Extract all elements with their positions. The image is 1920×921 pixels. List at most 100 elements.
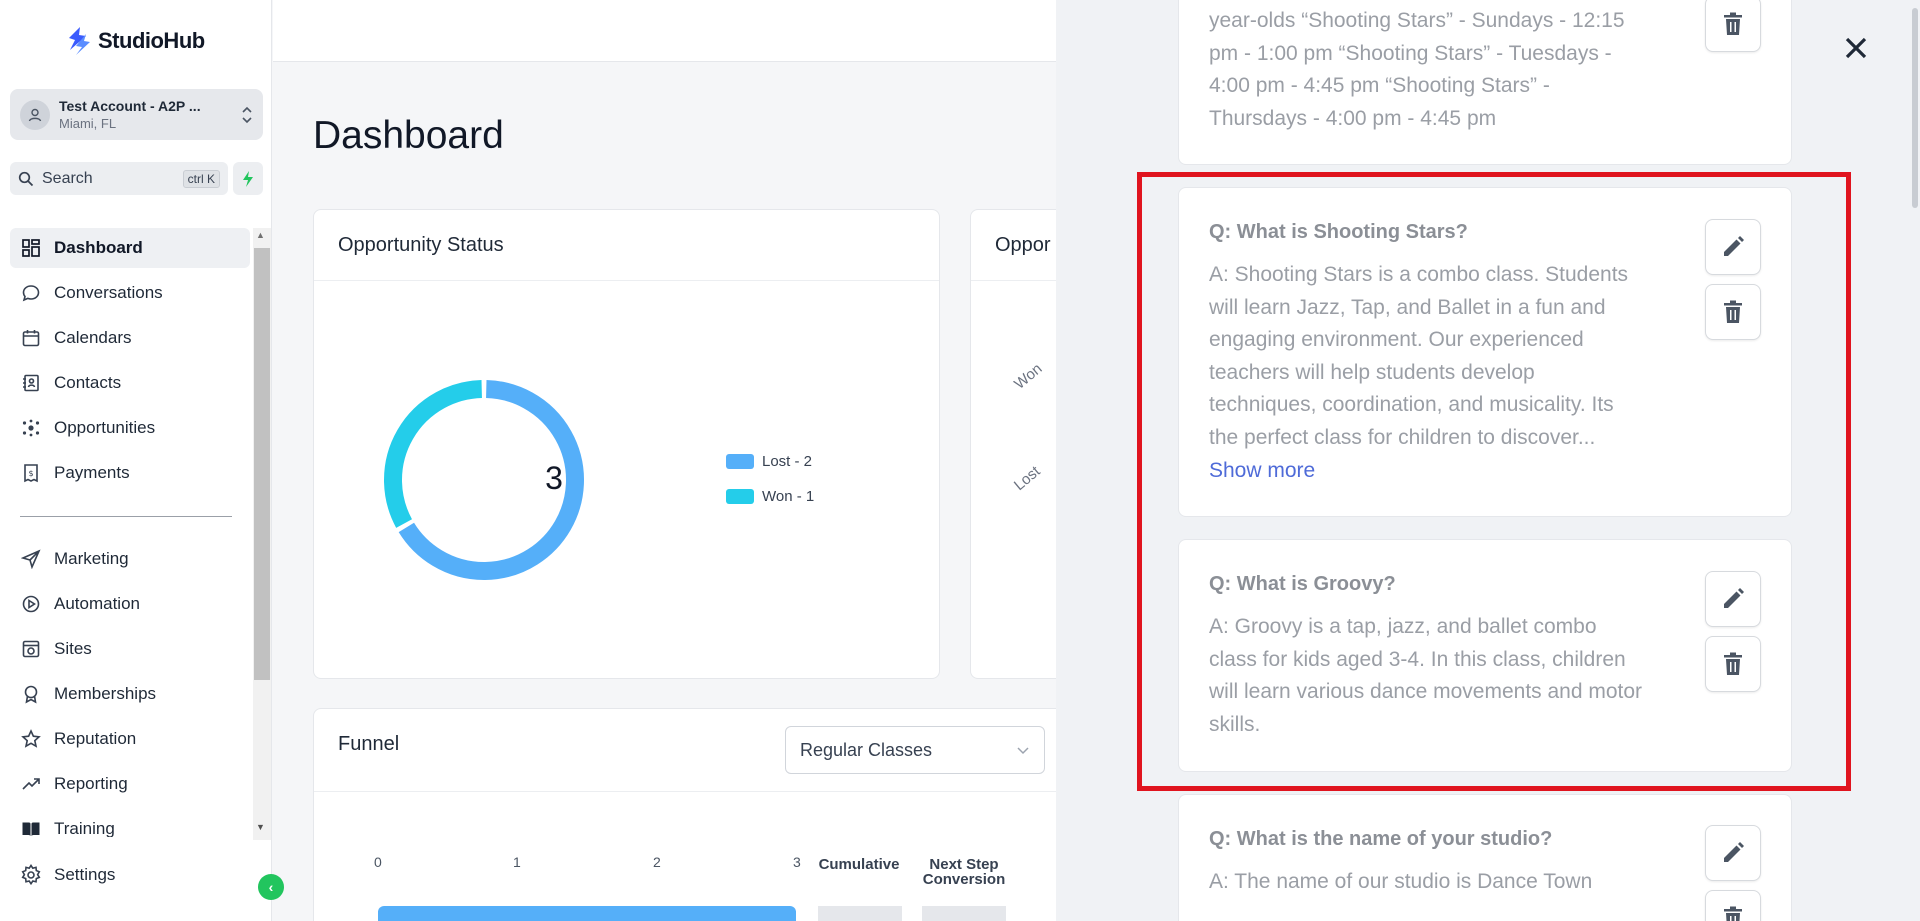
chevron-down-icon xyxy=(1017,747,1029,755)
faq-card: Q: What is the name of your studio? A: T… xyxy=(1178,794,1792,921)
funnel-tick: 0 xyxy=(374,854,382,870)
sidebar-item-dashboard[interactable]: Dashboard xyxy=(10,228,250,268)
sidebar-item-label: Opportunities xyxy=(54,418,156,437)
legend-swatch xyxy=(726,489,754,504)
sidebar-item-label: Sites xyxy=(54,639,92,658)
funnel-tick: 2 xyxy=(653,854,661,870)
legend-item-won[interactable]: Won - 1 xyxy=(726,488,814,505)
sidebar-item-marketing[interactable]: Marketing xyxy=(10,539,250,579)
close-icon xyxy=(1845,37,1867,59)
svg-text:$: $ xyxy=(28,469,33,478)
sidebar-item-opportunities[interactable]: Opportunities xyxy=(10,408,250,448)
axis-label-lost: Lost xyxy=(1010,462,1044,495)
card-title: Opportunity Status xyxy=(338,234,504,256)
chevron-updown-icon xyxy=(241,105,253,125)
sidebar-item-calendars[interactable]: Calendars xyxy=(10,318,250,358)
sidebar-item-payments[interactable]: $ Payments xyxy=(10,453,250,493)
brand-logo[interactable]: StudioHub xyxy=(66,26,205,56)
sidebar-item-label: Calendars xyxy=(54,328,132,347)
settings-label: Settings xyxy=(54,865,116,884)
trash-icon xyxy=(1724,906,1742,921)
sidebar: StudioHub Test Account - A2P ... Miami, … xyxy=(0,0,284,921)
sidebar-item-sites[interactable]: Sites xyxy=(10,629,250,669)
sidebar-item-label: Payments xyxy=(54,463,130,482)
sidebar-item-conversations[interactable]: Conversations xyxy=(10,273,250,313)
collapse-sidebar-button[interactable]: ‹ xyxy=(258,874,284,900)
scroll-up-arrow-icon[interactable]: ▲ xyxy=(256,230,265,240)
search-placeholder: Search xyxy=(42,169,93,187)
brand-name: StudioHub xyxy=(98,28,205,53)
sites-icon xyxy=(20,638,42,660)
delete-button[interactable] xyxy=(1705,0,1761,52)
sidebar-item-settings[interactable]: Settings xyxy=(20,864,115,886)
chevron-left-icon: ‹ xyxy=(268,879,274,895)
cumulative-header: Cumulative xyxy=(818,856,900,873)
funnel-next-step-cell xyxy=(922,906,1006,921)
card-divider xyxy=(314,791,1112,792)
legend-label: Lost - 2 xyxy=(762,453,813,470)
search-shortcut: ctrl K xyxy=(182,169,220,188)
card-title: Funnel xyxy=(338,733,400,755)
highlight-box xyxy=(1137,172,1851,791)
automation-icon xyxy=(20,593,42,615)
sidebar-nav: Dashboard Conversations Calendars Contac… xyxy=(0,225,252,837)
donut-slice-won[interactable] xyxy=(384,380,483,528)
trend-icon xyxy=(20,773,42,795)
page-title: Dashboard xyxy=(313,114,504,157)
next-step-header: Next Step Conversion xyxy=(922,856,1006,888)
scroll-down-arrow-icon[interactable]: ▼ xyxy=(256,822,265,832)
payments-icon: $ xyxy=(20,462,42,484)
legend-item-lost[interactable]: Lost - 2 xyxy=(726,453,812,470)
sidebar-item-label: Memberships xyxy=(54,684,157,703)
pencil-icon xyxy=(1724,842,1744,862)
sidebar-item-reputation[interactable]: Reputation xyxy=(10,719,250,759)
star-icon xyxy=(20,728,42,750)
legend-swatch xyxy=(726,454,754,469)
sidebar-item-memberships[interactable]: Memberships xyxy=(10,674,250,714)
faq-answer: A: The name of our studio is Dance Town xyxy=(1209,870,1593,893)
nav-divider xyxy=(20,516,232,517)
sidebar-item-training[interactable]: Training xyxy=(10,809,250,837)
sidebar-scroll-thumb[interactable] xyxy=(254,248,270,680)
sidebar-item-label: Reporting xyxy=(54,774,128,793)
sidebar-item-label: Dashboard xyxy=(54,238,143,257)
dashboard-icon xyxy=(20,237,42,259)
opportunity-status-card: Opportunity Status 3 Lost - 2 Won - 1 xyxy=(313,209,940,679)
account-location: Miami, FL xyxy=(59,116,117,131)
logo-icon xyxy=(69,27,90,55)
sidebar-item-contacts[interactable]: Contacts xyxy=(10,363,250,403)
sidebar-item-label: Training xyxy=(54,819,115,837)
lightning-icon xyxy=(243,170,253,187)
donut-total: 3 xyxy=(545,460,563,496)
search-input[interactable]: Search ctrl K xyxy=(10,162,228,195)
quick-action-button[interactable] xyxy=(233,162,263,195)
faq-question: Q: What is the name of your studio? xyxy=(1209,828,1553,850)
funnel-tick: 1 xyxy=(513,854,521,870)
sidebar-item-reporting[interactable]: Reporting xyxy=(10,764,250,804)
pipeline-select[interactable]: Regular Classes xyxy=(785,726,1045,774)
account-name: Test Account - A2P ... xyxy=(59,98,201,114)
close-drawer-button[interactable] xyxy=(1836,28,1876,68)
book-icon xyxy=(20,818,42,837)
top-bar xyxy=(273,0,1073,62)
faq-answer: year-olds “Shooting Stars” - Sundays - 1… xyxy=(1209,9,1625,130)
sidebar-item-label: Automation xyxy=(54,594,140,613)
calendar-icon xyxy=(20,327,42,349)
faq-card: year-olds “Shooting Stars” - Sundays - 1… xyxy=(1178,0,1792,165)
trash-icon xyxy=(1724,12,1742,35)
card-title: Oppor xyxy=(995,234,1051,256)
delete-button[interactable] xyxy=(1705,890,1761,921)
gear-icon xyxy=(20,864,42,886)
sidebar-item-label: Conversations xyxy=(54,283,163,302)
sidebar-item-label: Contacts xyxy=(54,373,122,392)
pipeline-select-value: Regular Classes xyxy=(800,739,933,760)
drawer-scroll-thumb[interactable] xyxy=(1912,8,1918,208)
funnel-bar[interactable] xyxy=(378,906,796,921)
user-icon xyxy=(20,99,50,130)
funnel-cumulative-cell xyxy=(818,906,902,921)
account-switcher[interactable]: Test Account - A2P ... Miami, FL xyxy=(10,89,263,140)
legend-label: Won - 1 xyxy=(762,488,815,505)
sidebar-item-automation[interactable]: Automation xyxy=(10,584,250,624)
contacts-icon xyxy=(20,372,42,394)
edit-button[interactable] xyxy=(1705,825,1761,881)
